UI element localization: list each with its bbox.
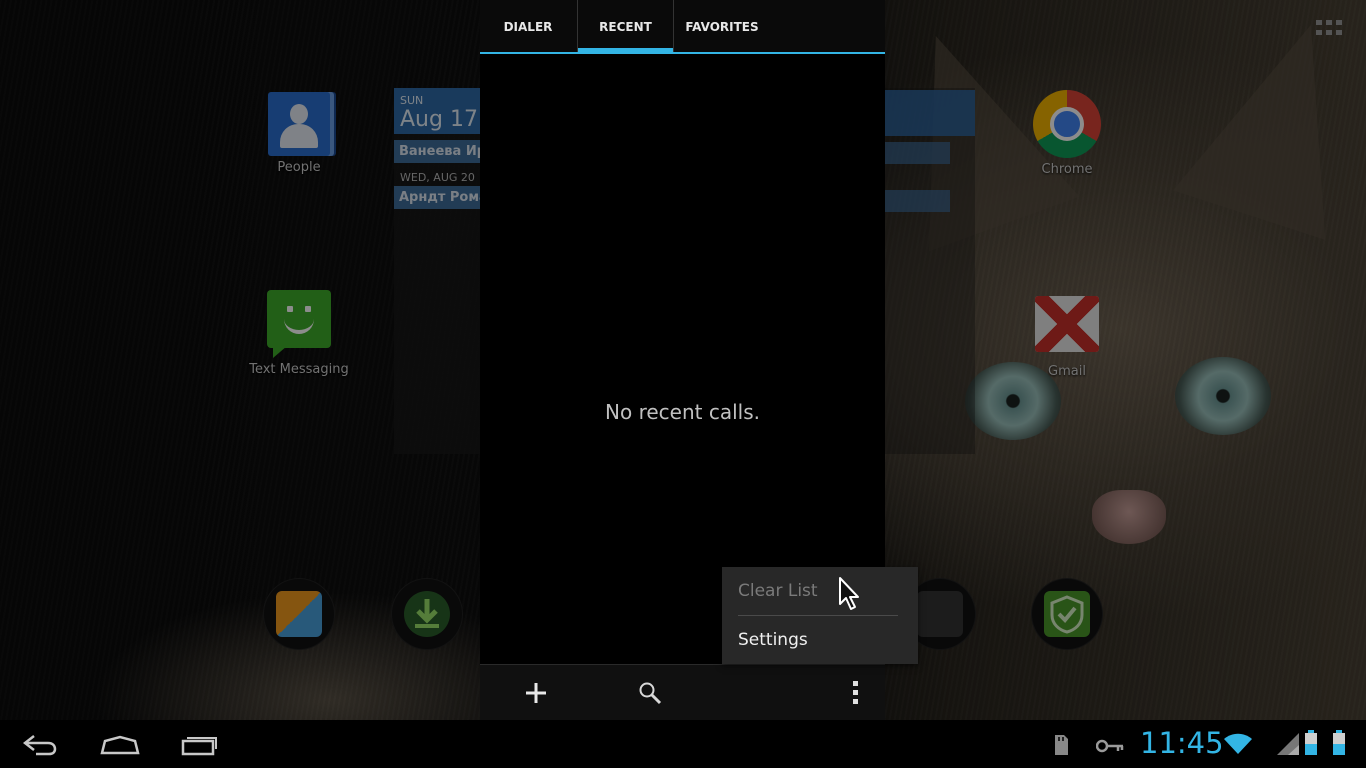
overflow-menu: Clear List Settings: [722, 567, 918, 664]
add-contact-button[interactable]: [506, 665, 566, 721]
overflow-menu-button[interactable]: [826, 665, 886, 721]
mouse-cursor-icon: [839, 577, 859, 610]
menu-item-clear-list[interactable]: Clear List: [722, 567, 918, 615]
search-icon: [639, 682, 662, 705]
signal-icon: [1276, 732, 1300, 760]
recent-apps-button[interactable]: [170, 728, 230, 762]
tab-recent[interactable]: RECENT: [577, 0, 674, 53]
home-button[interactable]: [90, 728, 150, 762]
search-button[interactable]: [620, 665, 680, 721]
wifi-icon: [1224, 733, 1252, 759]
sd-card-icon: [1053, 734, 1069, 760]
back-icon: [22, 735, 57, 756]
battery-icon: [1332, 730, 1346, 760]
status-clock[interactable]: 11:45: [1140, 726, 1224, 760]
tab-dialer[interactable]: DIALER: [480, 0, 576, 52]
tab-label: FAVORITES: [685, 20, 759, 34]
empty-recent-calls-message: No recent calls.: [605, 400, 760, 424]
phone-tab-bar: DIALER RECENT FAVORITES: [480, 0, 885, 54]
home-icon: [100, 735, 140, 755]
vpn-key-icon: [1095, 738, 1124, 757]
selected-tab-indicator: [578, 48, 673, 53]
back-button[interactable]: [10, 728, 70, 762]
overflow-menu-icon: [853, 681, 858, 704]
tab-label: RECENT: [599, 20, 652, 34]
recent-apps-icon: [181, 737, 217, 756]
add-contact-icon: [526, 683, 546, 703]
tab-favorites[interactable]: FAVORITES: [673, 0, 771, 52]
phone-action-bar: [480, 664, 885, 721]
tab-label: DIALER: [503, 20, 553, 34]
menu-item-settings[interactable]: Settings: [722, 616, 918, 664]
battery-icon: [1304, 730, 1318, 760]
